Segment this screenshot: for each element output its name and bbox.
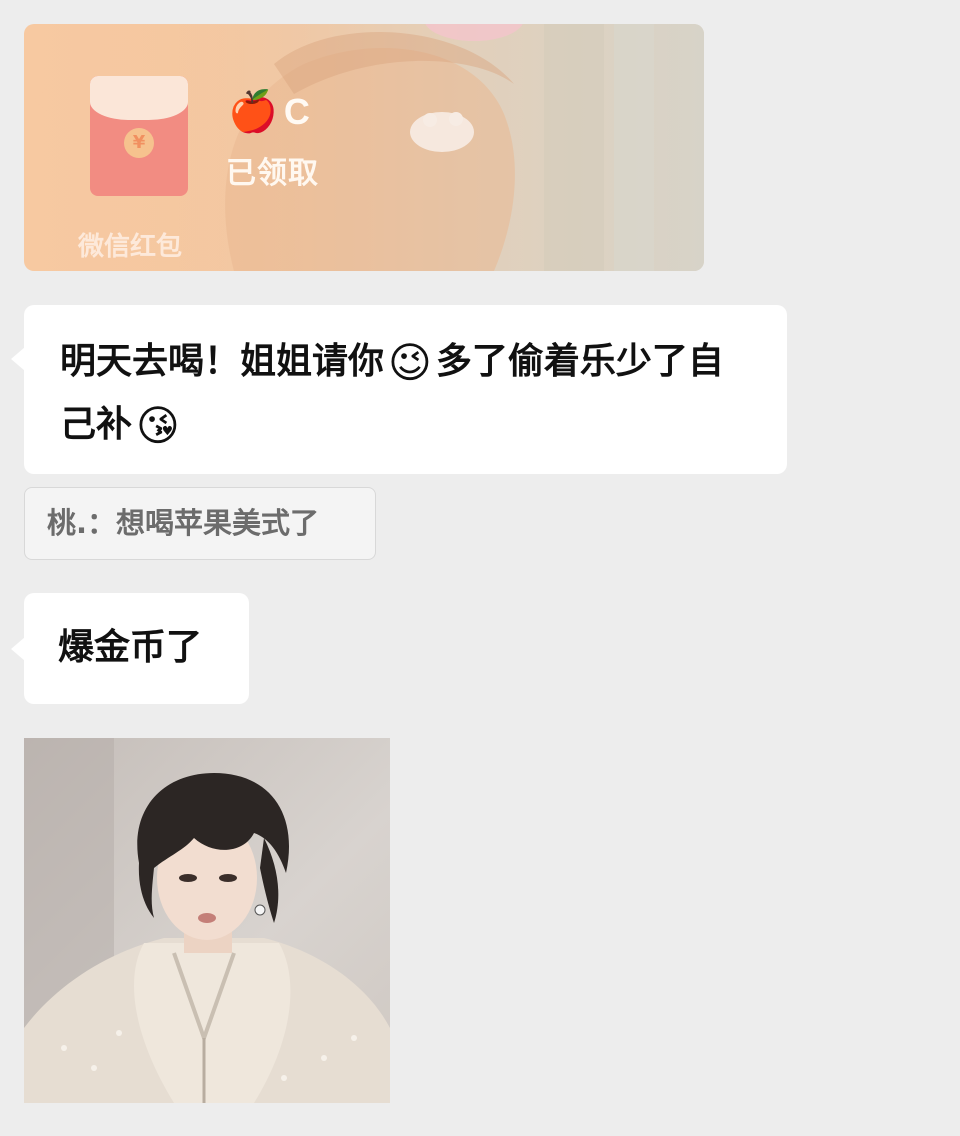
red-envelope-icon: ¥ (90, 76, 188, 196)
bubble-tail (11, 637, 25, 661)
red-packet-card[interactable]: ¥ 🍎 C 已领取 微信红包 (24, 24, 704, 271)
message-bubble[interactable]: 爆金币了 (11, 593, 249, 704)
apple-icon: 🍎 (228, 89, 278, 135)
portrait-photo (24, 738, 390, 1103)
red-packet-sender-name: C (283, 91, 310, 132)
chat-message-list: ¥ 🍎 C 已领取 微信红包 明天去喝！姐姐请你😉 多了偷着乐少了自己补😘 桃.：… (0, 0, 960, 1136)
red-packet-tail (34, 88, 48, 112)
message-bubble[interactable]: 明天去喝！姐姐请你😉 多了偷着乐少了自己补😘 (11, 305, 787, 474)
kiss-emoji-icon: 😘 (136, 401, 180, 450)
message-text: 爆金币了 (58, 627, 203, 668)
yuan-coin-icon: ¥ (124, 128, 154, 158)
red-packet-status: 已领取 (226, 156, 319, 191)
image-message[interactable] (24, 738, 390, 1103)
message-text: 明天去喝！姐姐请你 (60, 341, 385, 382)
red-packet-footer-label: 微信红包 (78, 232, 183, 262)
wink-emoji-icon: 😉 (388, 338, 432, 387)
bubble-tail (11, 347, 25, 371)
red-packet-sender: 🍎 C (228, 86, 310, 138)
quoted-message[interactable]: 桃.：想喝苹果美式了 (24, 487, 376, 560)
